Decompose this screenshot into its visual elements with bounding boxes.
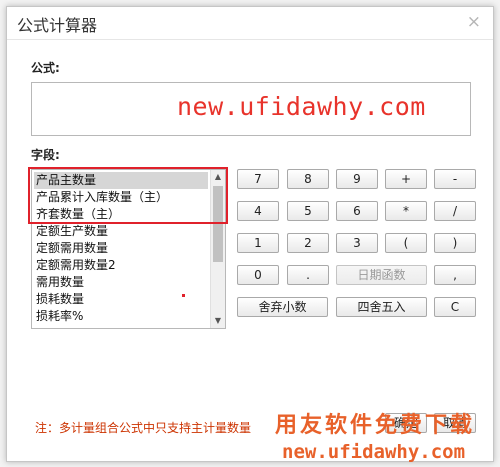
field-list-scrollbar[interactable]: ▲ ▼ bbox=[210, 170, 225, 328]
key-8[interactable]: 8 bbox=[287, 169, 329, 189]
scroll-up-icon[interactable]: ▲ bbox=[211, 170, 225, 184]
field-list-item[interactable]: 产品主数量 bbox=[34, 172, 208, 189]
key-6[interactable]: 6 bbox=[336, 201, 378, 221]
key-plus[interactable]: + bbox=[385, 169, 427, 189]
formula-input[interactable]: new.ufidawhy.com bbox=[31, 82, 471, 136]
round-off-button[interactable]: 舍弃小数 bbox=[237, 297, 328, 317]
key-right-paren[interactable]: ) bbox=[434, 233, 476, 253]
key-5[interactable]: 5 bbox=[287, 201, 329, 221]
watermark-url: new.ufidawhy.com bbox=[282, 441, 466, 463]
field-list-item[interactable]: 齐套数量（主） bbox=[34, 206, 208, 223]
dialog-title: 公式计算器 bbox=[17, 16, 98, 35]
key-minus[interactable]: - bbox=[434, 169, 476, 189]
key-3[interactable]: 3 bbox=[336, 233, 378, 253]
key-1[interactable]: 1 bbox=[237, 233, 279, 253]
field-list-item[interactable]: 定额需用数量2 bbox=[34, 257, 208, 274]
close-icon[interactable]: × bbox=[467, 12, 481, 32]
watermark-title: 用友软件免费下载 bbox=[275, 413, 476, 438]
key-dot[interactable]: . bbox=[287, 265, 329, 285]
key-9[interactable]: 9 bbox=[336, 169, 378, 189]
field-list-item[interactable]: 定额需用数量 bbox=[34, 240, 208, 257]
key-divide[interactable]: / bbox=[434, 201, 476, 221]
formula-text: new.ufidawhy.com bbox=[177, 92, 426, 121]
key-multiply[interactable]: * bbox=[385, 201, 427, 221]
fields-label: 字段: bbox=[31, 148, 60, 162]
key-comma[interactable]: , bbox=[434, 265, 476, 285]
clear-button[interactable]: C bbox=[434, 297, 476, 317]
date-function-button[interactable]: 日期函数 bbox=[336, 265, 427, 285]
note-text: 注：多计量组合公式中只支持主计量数量 bbox=[35, 421, 252, 435]
round-half-up-button[interactable]: 四舍五入 bbox=[336, 297, 427, 317]
field-list-item[interactable]: 产品累计入库数量（主） bbox=[34, 189, 208, 206]
field-list-item[interactable]: 损耗率% bbox=[34, 308, 208, 325]
scroll-thumb[interactable] bbox=[213, 186, 223, 262]
key-left-paren[interactable]: ( bbox=[385, 233, 427, 253]
field-list[interactable]: 产品主数量 产品累计入库数量（主） 齐套数量（主） 定额生产数量 定额需用数量 定额需用数… bbox=[31, 169, 226, 329]
title-bar: 公式计算器 × bbox=[7, 7, 493, 40]
field-list-item[interactable]: 定额生产数量 bbox=[34, 223, 208, 240]
red-dot-mark bbox=[182, 294, 185, 297]
scroll-down-icon[interactable]: ▼ bbox=[211, 314, 225, 328]
field-list-item[interactable]: 需用数量 bbox=[34, 274, 208, 291]
formula-calculator-dialog: 公式计算器 × 公式: new.ufidawhy.com 字段: 产品主数量 产品… bbox=[6, 6, 494, 463]
key-0[interactable]: 0 bbox=[237, 265, 279, 285]
formula-label: 公式: bbox=[31, 61, 60, 75]
key-4[interactable]: 4 bbox=[237, 201, 279, 221]
key-7[interactable]: 7 bbox=[237, 169, 279, 189]
key-2[interactable]: 2 bbox=[287, 233, 329, 253]
